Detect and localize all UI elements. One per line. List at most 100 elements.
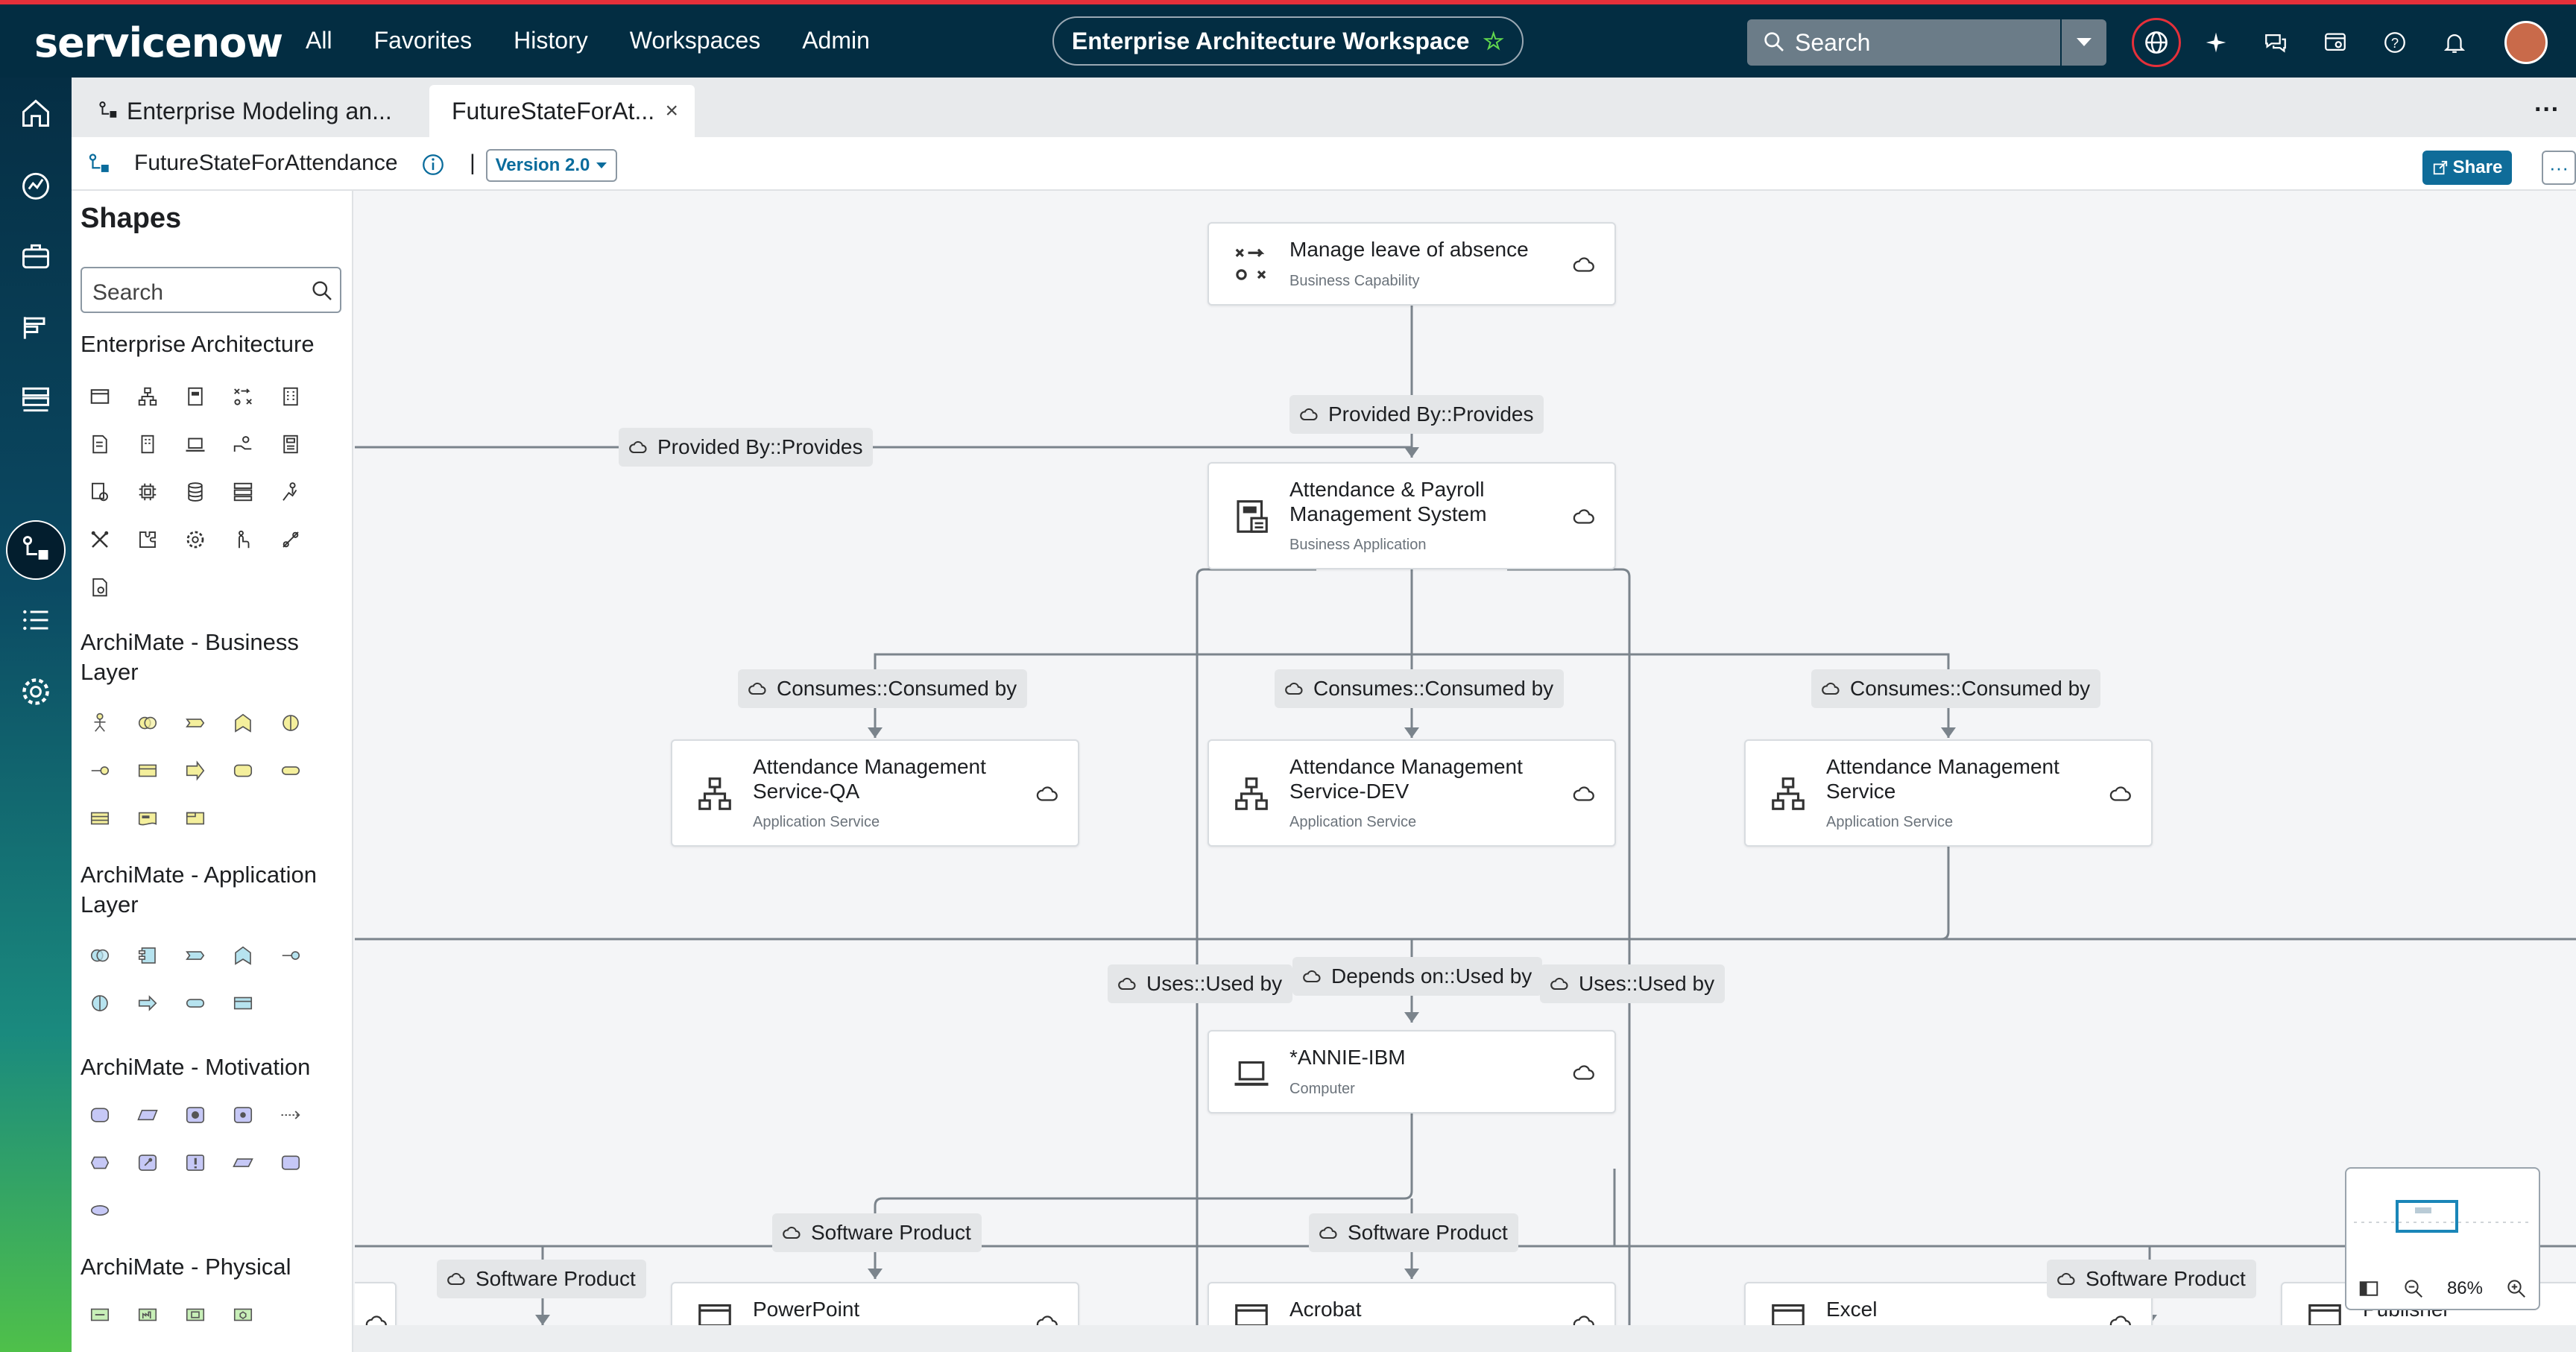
shape-business-role-icon[interactable] <box>276 756 306 786</box>
relation-label[interactable]: Software Product <box>437 1260 646 1298</box>
share-button[interactable]: Share <box>2422 151 2512 185</box>
node-business-capability[interactable]: Manage leave of absence Business Capabil… <box>1208 222 1616 306</box>
shape-integration-icon[interactable] <box>85 477 115 507</box>
shape-business-service-icon[interactable] <box>228 756 258 786</box>
shape-influence-arrow-icon[interactable] <box>276 1100 306 1130</box>
shape-business-collab-icon[interactable] <box>133 708 162 738</box>
shape-database-icon[interactable] <box>180 477 210 507</box>
shape-business-actor-icon[interactable] <box>85 708 115 738</box>
close-tab-icon[interactable]: × <box>665 98 678 124</box>
chat-icon[interactable] <box>2257 24 2294 61</box>
category-enterprise-architecture[interactable]: Enterprise Architecture <box>80 329 341 359</box>
list-icon[interactable] <box>16 601 55 639</box>
relation-label[interactable]: Depends on::Used by <box>1292 957 1543 996</box>
shape-facility-icon[interactable] <box>133 1300 162 1330</box>
shape-hand-icon[interactable] <box>228 525 258 555</box>
search-scope-dropdown[interactable] <box>2062 19 2106 66</box>
shapes-search-input[interactable]: Search <box>80 267 341 313</box>
nav-favorites[interactable]: Favorites <box>374 27 473 54</box>
shape-material-icon[interactable] <box>228 1300 258 1330</box>
canvas-horizontal-scrollbar[interactable] <box>353 1325 2576 1352</box>
shape-data-object-icon[interactable] <box>228 988 258 1018</box>
shape-business-object-icon[interactable] <box>133 756 162 786</box>
zoom-in-icon[interactable] <box>2505 1277 2528 1300</box>
node-business-application[interactable]: Attendance & Payroll Management System B… <box>1208 462 1616 569</box>
shape-principle-icon[interactable] <box>85 1148 115 1178</box>
shape-user-service-icon[interactable] <box>228 429 258 459</box>
shape-equipment-icon[interactable] <box>85 1300 115 1330</box>
category-archimate-motivation[interactable]: ArchiMate - Motivation <box>80 1052 341 1082</box>
shape-link-icon[interactable] <box>276 525 306 555</box>
shape-window-icon[interactable] <box>85 382 115 411</box>
help-icon[interactable]: ? <box>2376 24 2414 61</box>
shape-datacenter-icon[interactable] <box>276 429 306 459</box>
nav-history[interactable]: History <box>514 27 588 54</box>
shape-app-service-icon[interactable] <box>180 988 210 1018</box>
shape-cog-icon[interactable] <box>180 525 210 555</box>
node-application-service-dev[interactable]: Attendance Management Service-DEV Applic… <box>1208 739 1616 847</box>
briefcase-icon[interactable] <box>16 237 55 276</box>
shape-chip-icon[interactable] <box>133 477 162 507</box>
roadmap-icon[interactable] <box>16 309 55 347</box>
user-avatar[interactable] <box>2504 21 2548 64</box>
shape-app-collab-icon[interactable] <box>85 941 115 970</box>
workspace-title-pill[interactable]: Enterprise Architecture Workspace ☆ <box>1052 16 1524 66</box>
more-actions-button[interactable]: ··· <box>2542 151 2576 185</box>
shape-hierarchy-icon[interactable] <box>133 382 162 411</box>
relation-label[interactable]: Software Product <box>772 1213 982 1252</box>
relation-label[interactable]: Software Product <box>1309 1213 1518 1252</box>
settings-gear-icon[interactable] <box>16 672 55 711</box>
shape-app-event-icon[interactable] <box>133 988 162 1018</box>
relation-label[interactable]: Uses::Used by <box>1540 964 1726 1003</box>
tab-overflow-icon[interactable]: ··· <box>2534 95 2560 124</box>
relation-label[interactable]: Consumes::Consumed by <box>1275 669 1565 708</box>
category-archimate-physical[interactable]: ArchiMate - Physical <box>80 1252 341 1282</box>
dashboard-icon[interactable] <box>16 165 55 204</box>
shape-tools-icon[interactable] <box>85 525 115 555</box>
tab-enterprise-modeling[interactable]: Enterprise Modeling an... <box>83 85 419 137</box>
shape-puzzle-icon[interactable] <box>133 525 162 555</box>
category-archimate-application[interactable]: ArchiMate - Application Layer <box>80 860 341 920</box>
shape-meaning-icon[interactable] <box>276 1148 306 1178</box>
shape-app-function-icon[interactable] <box>228 941 258 970</box>
workspace-switch-icon[interactable] <box>2317 24 2354 61</box>
shape-office-icon[interactable] <box>133 429 162 459</box>
shape-capability-icon[interactable] <box>228 382 258 411</box>
zoom-out-icon[interactable] <box>2402 1277 2425 1300</box>
nav-workspaces[interactable]: Workspaces <box>630 27 760 54</box>
minimap[interactable] <box>2345 1167 2540 1270</box>
shape-document-icon[interactable] <box>85 429 115 459</box>
nav-admin[interactable]: Admin <box>802 27 870 54</box>
shape-app-interface-icon[interactable] <box>276 941 306 970</box>
shape-business-function-icon[interactable] <box>228 708 258 738</box>
shape-laptop-icon[interactable] <box>180 429 210 459</box>
diagram-canvas[interactable]: Manage leave of absence Business Capabil… <box>355 191 2576 1352</box>
nav-all[interactable]: All <box>306 27 332 54</box>
diagram-modeling-icon[interactable] <box>16 531 55 569</box>
node-computer[interactable]: *ANNIE-IBM Computer <box>1208 1030 1616 1113</box>
shape-distribution-icon[interactable] <box>180 1300 210 1330</box>
shape-outcome-icon[interactable] <box>228 1100 258 1130</box>
shape-business-event-icon[interactable] <box>180 756 210 786</box>
shape-business-process-icon[interactable] <box>180 708 210 738</box>
server-list-icon[interactable] <box>16 380 55 419</box>
notifications-bell-icon[interactable] <box>2436 24 2473 61</box>
shape-business-interface-icon[interactable] <box>85 756 115 786</box>
favorite-star-icon[interactable]: ☆ <box>1483 27 1504 55</box>
sparkle-ai-icon[interactable] <box>2197 24 2235 61</box>
info-icon[interactable] <box>420 152 446 177</box>
shape-app-component-icon[interactable] <box>133 941 162 970</box>
shape-constraint-icon[interactable] <box>228 1148 258 1178</box>
shape-value-icon[interactable] <box>85 1195 115 1225</box>
category-archimate-business[interactable]: ArchiMate - Business Layer <box>80 628 341 687</box>
shape-driver-icon[interactable] <box>133 1100 162 1130</box>
shape-goal-icon[interactable] <box>180 1100 210 1130</box>
shape-building-icon[interactable] <box>276 382 306 411</box>
relation-label[interactable]: Consumes::Consumed by <box>1811 669 2101 708</box>
tab-future-state[interactable]: FutureStateForAt... × <box>429 85 695 137</box>
node-application-service-qa[interactable]: Attendance Management Service-QA Applica… <box>671 739 1079 847</box>
shape-assessment-icon[interactable] <box>133 1148 162 1178</box>
shape-doc-settings-icon[interactable] <box>85 572 115 602</box>
shape-product-icon[interactable] <box>180 803 210 833</box>
relation-label[interactable]: Consumes::Consumed by <box>738 669 1028 708</box>
